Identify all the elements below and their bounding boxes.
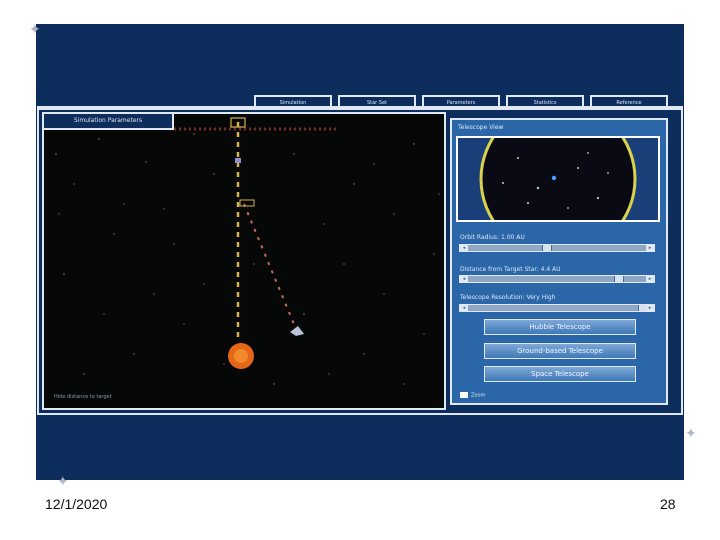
checkbox-icon[interactable] bbox=[460, 392, 468, 398]
orbit-radius-label: Orbit Radius: 1.00 AU bbox=[460, 234, 525, 241]
arrow-right-icon[interactable]: ▸ bbox=[646, 245, 654, 251]
telescope-view bbox=[456, 136, 660, 222]
sparkle-icon: ✦ bbox=[685, 426, 697, 442]
space-telescope-button[interactable]: Space Telescope bbox=[484, 366, 636, 382]
panel-title: Telescope View bbox=[458, 124, 504, 131]
telescope-image bbox=[479, 138, 637, 220]
starfield bbox=[55, 117, 440, 385]
arrow-left-icon[interactable]: ◂ bbox=[460, 305, 468, 311]
hubble-telescope-button[interactable]: Hubble Telescope bbox=[484, 319, 636, 335]
sparkle-icon: ✦ bbox=[29, 22, 41, 38]
distance-label: Distance from Target Star: 4.4 AU bbox=[460, 266, 561, 273]
slider-thumb[interactable] bbox=[542, 245, 552, 251]
arrow-left-icon[interactable]: ◂ bbox=[460, 276, 468, 282]
simulation-view[interactable]: Simulation Parameters Hide distance to t… bbox=[42, 112, 446, 410]
slide-date: 12/1/2020 bbox=[45, 496, 108, 512]
orbit-radius-slider[interactable]: ◂ ▸ bbox=[459, 244, 655, 252]
slider-thumb[interactable] bbox=[614, 276, 624, 282]
arrow-left-icon[interactable]: ◂ bbox=[460, 245, 468, 251]
resolution-label: Telescope Resolution: Very High bbox=[460, 294, 556, 301]
sim-parameters-tab[interactable]: Simulation Parameters bbox=[44, 114, 174, 130]
control-panel: Telescope View Orbit Radius: 1.00 AU ◂ ▸… bbox=[450, 118, 668, 405]
sparkle-icon: ✦ bbox=[57, 474, 69, 490]
resolution-slider[interactable]: ◂ ▸ bbox=[459, 304, 655, 312]
slide-page-number: 28 bbox=[660, 496, 676, 512]
arrow-right-icon[interactable]: ▸ bbox=[646, 305, 654, 311]
arrow-right-icon[interactable]: ▸ bbox=[646, 276, 654, 282]
zoom-label: Zoom bbox=[471, 392, 486, 399]
sim-footer-text: Hide distance to target bbox=[54, 394, 112, 400]
ground-telescope-button[interactable]: Ground-based Telescope bbox=[484, 343, 636, 359]
distance-slider[interactable]: ◂ ▸ bbox=[459, 275, 655, 283]
zoom-checkbox[interactable]: Zoom bbox=[460, 392, 485, 399]
